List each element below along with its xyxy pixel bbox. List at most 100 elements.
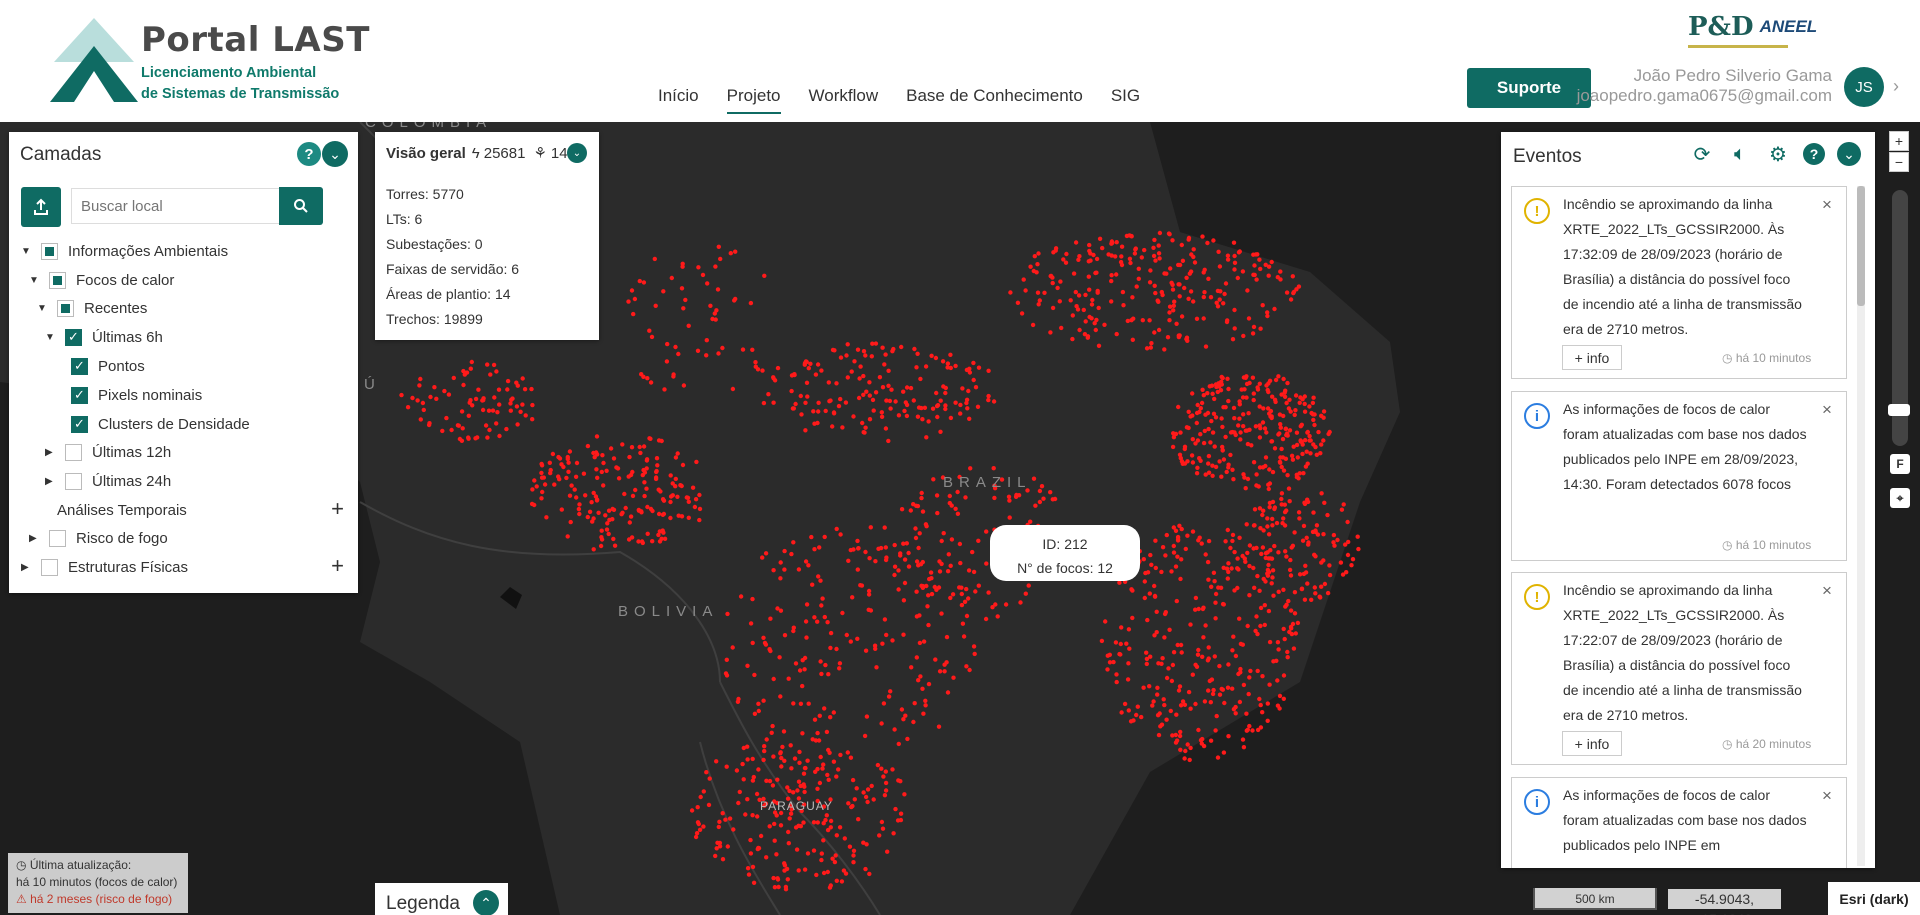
fire-point[interactable] — [760, 368, 765, 373]
fire-point[interactable] — [1220, 601, 1226, 607]
fire-point[interactable] — [495, 410, 500, 415]
fire-point[interactable] — [1156, 661, 1161, 666]
fire-point[interactable] — [899, 507, 905, 512]
fire-point[interactable] — [1257, 381, 1263, 386]
fire-point[interactable] — [1127, 646, 1132, 651]
fire-point[interactable] — [1260, 710, 1265, 715]
fire-point[interactable] — [1107, 652, 1113, 657]
fire-point[interactable] — [1263, 463, 1268, 469]
fire-point[interactable] — [913, 526, 918, 531]
fire-point[interactable] — [838, 532, 843, 537]
fire-point[interactable] — [1023, 591, 1028, 596]
fire-point[interactable] — [1169, 569, 1174, 574]
fire-point[interactable] — [1244, 711, 1249, 716]
fire-point[interactable] — [572, 487, 577, 492]
fire-point[interactable] — [1182, 461, 1188, 466]
fire-point[interactable] — [1251, 252, 1256, 257]
fire-point[interactable] — [1258, 326, 1263, 331]
fire-point[interactable] — [1007, 498, 1012, 503]
fire-point[interactable] — [833, 853, 838, 858]
fire-point[interactable] — [1217, 297, 1222, 302]
fire-point[interactable] — [797, 760, 802, 765]
fire-point[interactable] — [1142, 579, 1148, 584]
fire-point[interactable] — [745, 866, 751, 871]
fire-point[interactable] — [1305, 461, 1310, 466]
fire-point[interactable] — [1178, 729, 1183, 735]
fire-point[interactable] — [1275, 640, 1281, 645]
nav-base-conhecimento[interactable]: Base de Conhecimento — [906, 86, 1083, 114]
fire-point[interactable] — [1237, 249, 1243, 254]
fire-point[interactable] — [957, 541, 963, 547]
fire-point[interactable] — [1124, 641, 1129, 646]
fire-point[interactable] — [984, 561, 989, 566]
fire-point[interactable] — [1211, 411, 1217, 416]
checkbox[interactable]: ✓ — [71, 415, 88, 433]
fire-point[interactable] — [750, 756, 755, 762]
fire-point[interactable] — [893, 399, 898, 404]
fire-point[interactable] — [1339, 507, 1345, 512]
fire-point[interactable] — [791, 628, 796, 634]
fire-point[interactable] — [1188, 745, 1193, 751]
fire-point[interactable] — [1163, 610, 1169, 615]
fire-point[interactable] — [713, 317, 718, 322]
fire-point[interactable] — [831, 411, 837, 416]
chevron-down-icon[interactable]: ⌄ — [1837, 142, 1861, 166]
fire-point[interactable] — [898, 553, 903, 558]
fire-point[interactable] — [601, 483, 606, 488]
fire-point[interactable] — [947, 493, 952, 499]
fire-point[interactable] — [937, 569, 943, 574]
fire-point[interactable] — [720, 811, 725, 816]
fire-point[interactable] — [1298, 439, 1304, 444]
fire-point[interactable] — [488, 372, 493, 377]
fire-point[interactable] — [1226, 386, 1231, 392]
fire-point[interactable] — [823, 662, 828, 668]
fire-point[interactable] — [812, 615, 817, 620]
fire-point[interactable] — [1288, 608, 1294, 613]
fire-point[interactable] — [629, 535, 635, 540]
fire-point[interactable] — [604, 468, 609, 473]
fire-point[interactable] — [991, 466, 996, 471]
fire-point[interactable] — [1171, 650, 1177, 655]
fire-point[interactable] — [828, 825, 833, 830]
fire-point[interactable] — [673, 344, 678, 350]
fire-point[interactable] — [1114, 679, 1119, 685]
fire-point[interactable] — [1276, 647, 1281, 652]
fire-point[interactable] — [762, 640, 768, 646]
fire-point[interactable] — [813, 738, 819, 743]
fire-point[interactable] — [440, 428, 445, 434]
fire-point[interactable] — [1183, 546, 1189, 552]
fire-point[interactable] — [1308, 438, 1313, 443]
fire-point[interactable] — [750, 596, 755, 602]
fire-point[interactable] — [743, 812, 748, 817]
fire-point[interactable] — [1190, 672, 1196, 677]
checkbox[interactable] — [41, 242, 58, 260]
fire-point[interactable] — [1141, 685, 1146, 690]
fire-point[interactable] — [509, 397, 514, 402]
fire-point[interactable] — [1129, 318, 1134, 323]
fire-point[interactable] — [1260, 674, 1265, 679]
fire-point[interactable] — [1232, 260, 1238, 265]
fire-point[interactable] — [873, 390, 879, 395]
fire-point[interactable] — [1278, 422, 1283, 427]
fire-point[interactable] — [1230, 337, 1236, 342]
fire-point[interactable] — [668, 473, 673, 478]
fire-point[interactable] — [842, 836, 847, 841]
fire-point[interactable] — [798, 824, 803, 829]
fire-point[interactable] — [1175, 642, 1180, 648]
fire-point[interactable] — [779, 764, 784, 769]
fire-point[interactable] — [1311, 417, 1316, 423]
fire-point[interactable] — [637, 278, 642, 284]
fire-point[interactable] — [806, 701, 811, 706]
fire-point[interactable] — [1119, 244, 1125, 249]
fire-point[interactable] — [1226, 734, 1231, 739]
fire-point[interactable] — [1122, 701, 1128, 707]
fire-point[interactable] — [936, 585, 942, 590]
fire-point[interactable] — [850, 803, 855, 809]
fire-point[interactable] — [828, 715, 833, 720]
fire-point[interactable] — [1270, 568, 1276, 573]
fire-point[interactable] — [664, 359, 670, 364]
fire-point[interactable] — [819, 368, 824, 373]
fire-point[interactable] — [1206, 688, 1211, 693]
fire-point[interactable] — [781, 729, 787, 734]
fire-point[interactable] — [1304, 535, 1309, 540]
